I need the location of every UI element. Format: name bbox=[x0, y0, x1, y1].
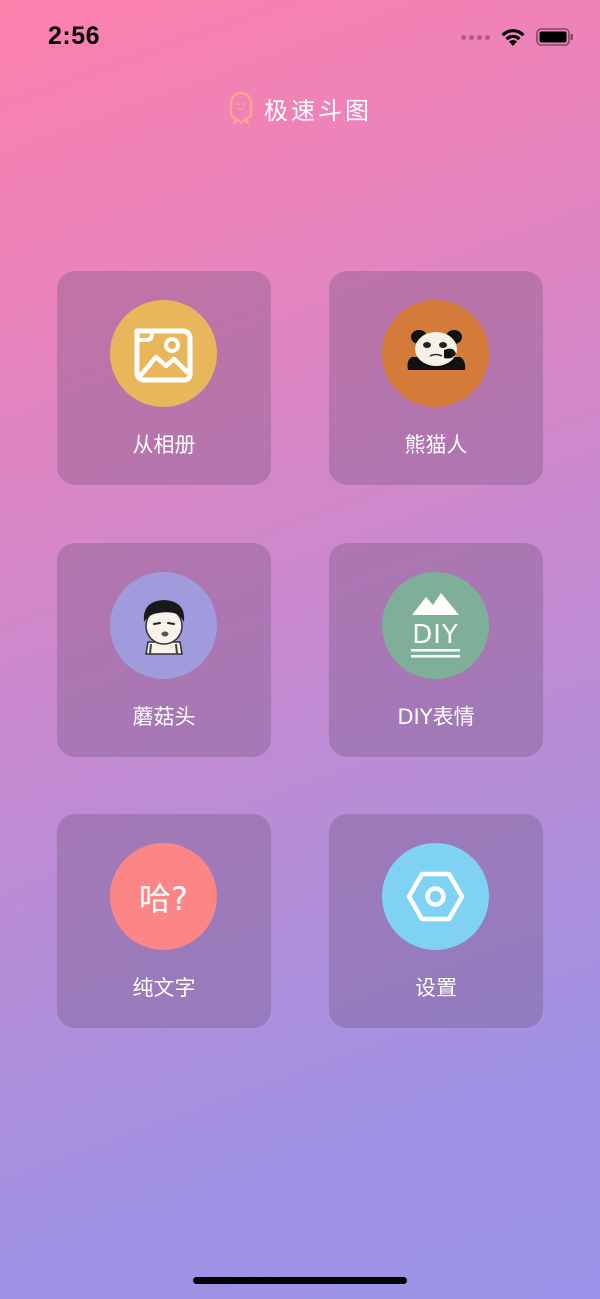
tile-from-album[interactable]: 从相册 bbox=[57, 271, 271, 485]
svg-text:DIY: DIY bbox=[412, 620, 459, 650]
tile-icon-circle bbox=[382, 300, 489, 407]
tile-label: 熊猫人 bbox=[404, 433, 468, 457]
ghost-logo-icon bbox=[229, 91, 253, 125]
photo-album-icon bbox=[134, 328, 193, 383]
tile-label: 纯文字 bbox=[132, 976, 196, 1000]
tile-settings[interactable]: 设置 bbox=[329, 814, 543, 1028]
tile-label: DIY表情 bbox=[397, 705, 475, 729]
status-time: 2:56 bbox=[48, 22, 101, 50]
tile-icon-circle bbox=[110, 300, 217, 407]
tile-label: 从相册 bbox=[132, 433, 196, 457]
tile-icon-circle bbox=[110, 572, 217, 679]
app-title: 极速斗图 bbox=[264, 96, 372, 125]
app-header: 极速斗图 bbox=[0, 88, 600, 128]
home-indicator[interactable] bbox=[193, 1277, 407, 1284]
tile-panda[interactable]: 熊猫人 bbox=[329, 271, 543, 485]
tile-label: 设置 bbox=[415, 976, 457, 1000]
tile-diy-emoji[interactable]: DIY DIY表情 bbox=[329, 543, 543, 757]
battery-icon bbox=[536, 28, 573, 46]
status-bar: 2:56 bbox=[0, 0, 600, 74]
text-icon: 哈? bbox=[139, 879, 188, 918]
panda-meme-icon bbox=[407, 330, 466, 370]
mushroom-head-icon bbox=[143, 600, 185, 655]
wifi-icon bbox=[501, 29, 525, 46]
tile-icon-circle: 哈? bbox=[110, 843, 217, 950]
tile-icon-circle bbox=[382, 843, 489, 950]
tile-mushroom-head[interactable]: 蘑菇头 bbox=[57, 543, 271, 757]
hexagon-settings-icon bbox=[406, 871, 465, 922]
status-indicators bbox=[461, 26, 574, 48]
tile-text-only[interactable]: 哈? 纯文字 bbox=[57, 814, 271, 1028]
cellular-signal-icon bbox=[461, 34, 490, 40]
tile-icon-circle: DIY bbox=[382, 572, 489, 679]
diy-mountain-icon: DIY bbox=[411, 593, 460, 658]
tile-label: 蘑菇头 bbox=[132, 705, 196, 729]
